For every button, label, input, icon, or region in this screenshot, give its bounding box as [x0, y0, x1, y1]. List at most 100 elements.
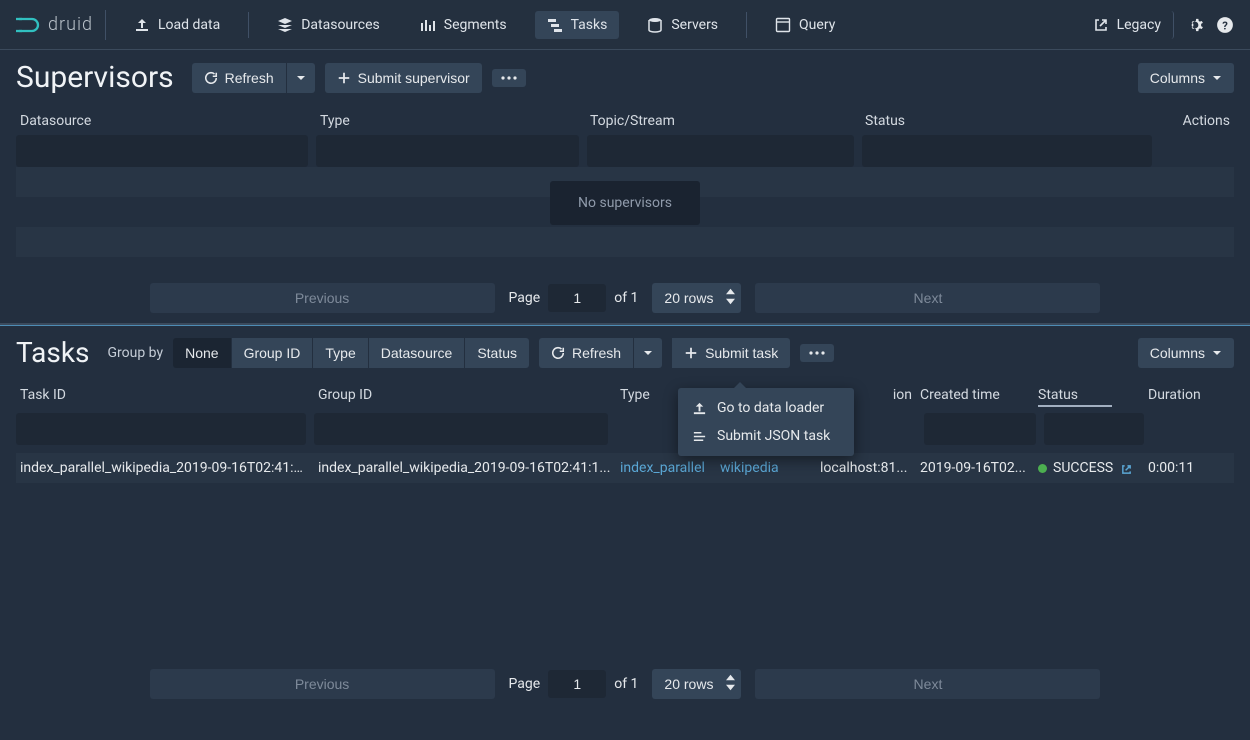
- gear-icon[interactable]: [1186, 16, 1204, 34]
- page-input[interactable]: [548, 670, 606, 698]
- col-taskid[interactable]: Task ID: [16, 381, 314, 413]
- json-icon: [692, 429, 707, 444]
- next-button[interactable]: Next: [755, 669, 1100, 699]
- col-duration[interactable]: Duration: [1144, 381, 1234, 413]
- help-icon[interactable]: ?: [1216, 16, 1234, 34]
- filter-topic[interactable]: [587, 135, 854, 167]
- status-dot-icon: [1038, 464, 1047, 473]
- nav-legacy[interactable]: Legacy: [1081, 11, 1174, 39]
- submit-task-button[interactable]: Submit task: [672, 338, 790, 368]
- menu-arrow-icon: [734, 382, 746, 388]
- brand-text: druid: [48, 14, 93, 35]
- top-nav: druid Load data Datasources Segments Tas…: [0, 0, 1250, 50]
- nav-label: Servers: [671, 17, 718, 33]
- cell-status: SUCCESS: [1034, 460, 1144, 476]
- menu-go-to-data-loader[interactable]: Go to data loader: [678, 394, 854, 422]
- tasks-header: Tasks Group by None Group ID Type Dataso…: [16, 336, 1234, 369]
- tasks-empty-rows: [16, 483, 1234, 663]
- cell-duration: 0:00:11: [1144, 460, 1234, 476]
- plus-icon: [684, 346, 698, 360]
- group-type[interactable]: Type: [313, 338, 367, 368]
- nav-right: Legacy ?: [1081, 11, 1234, 39]
- nav-datasources[interactable]: Datasources: [265, 11, 392, 39]
- tasks-refresh-button[interactable]: Refresh: [539, 338, 633, 368]
- tasks-pager: Previous Page of 1 20 rows Next: [16, 663, 1234, 709]
- menu-submit-json-task[interactable]: Submit JSON task: [678, 422, 854, 450]
- database-icon: [647, 17, 663, 33]
- table-row[interactable]: index_parallel_wikipedia_2019-09-16T02:4…: [16, 453, 1234, 483]
- col-topic[interactable]: Topic/Stream: [586, 107, 861, 135]
- tasks-panel: Tasks Group by None Group ID Type Dataso…: [0, 326, 1250, 709]
- tasks-more-button[interactable]: [800, 344, 834, 362]
- prev-button[interactable]: Previous: [150, 283, 495, 313]
- supervisors-panel: Supervisors Refresh Submit supervisor Co…: [0, 50, 1250, 323]
- col-datasource[interactable]: Datasource: [16, 107, 316, 135]
- prev-button[interactable]: Previous: [150, 669, 495, 699]
- group-groupid[interactable]: Group ID: [232, 338, 313, 368]
- plus-icon: [337, 71, 351, 85]
- upload-icon: [692, 401, 707, 416]
- more-icon: [501, 76, 517, 80]
- nav-servers[interactable]: Servers: [635, 11, 730, 39]
- external-link-icon[interactable]: [1121, 463, 1132, 474]
- druid-logo-icon: [16, 13, 40, 37]
- chevron-down-icon: [296, 73, 306, 83]
- app-icon: [775, 17, 791, 33]
- more-button[interactable]: [492, 69, 526, 87]
- columns-label: Columns: [1150, 70, 1205, 86]
- submit-label: Submit task: [705, 345, 778, 361]
- filter-created[interactable]: [924, 413, 1036, 445]
- tasks-columns-button[interactable]: Columns: [1138, 338, 1234, 368]
- page-label: Page: [509, 290, 541, 306]
- nav-label: Load data: [158, 17, 220, 33]
- nav-tasks[interactable]: Tasks: [535, 11, 620, 39]
- tasks-refresh-group: Refresh: [539, 338, 662, 368]
- cell-created: 2019-09-16T02...: [916, 460, 1034, 476]
- nav-segments[interactable]: Segments: [408, 11, 519, 39]
- cell-groupid: index_parallel_wikipedia_2019-09-16T02:4…: [314, 460, 616, 476]
- nav-load-data[interactable]: Load data: [122, 11, 232, 39]
- submit-label: Submit supervisor: [358, 70, 470, 86]
- col-type[interactable]: Type: [316, 107, 586, 135]
- group-none[interactable]: None: [173, 338, 230, 368]
- more-icon: [809, 351, 825, 355]
- columns-button[interactable]: Columns: [1138, 63, 1234, 93]
- filter-datasource[interactable]: [16, 135, 308, 167]
- next-button[interactable]: Next: [755, 283, 1100, 313]
- chevron-down-icon: [1212, 73, 1222, 83]
- filter-groupid[interactable]: [314, 413, 608, 445]
- cell-datasource[interactable]: wikipedia: [716, 460, 816, 476]
- cell-location: localhost:81...: [816, 460, 916, 476]
- filter-status[interactable]: [1044, 413, 1144, 445]
- layers-icon: [277, 17, 293, 33]
- rows-select-wrap: 20 rows: [652, 283, 741, 313]
- page-input[interactable]: [548, 284, 606, 312]
- page-label: Page: [509, 676, 541, 692]
- nav-query[interactable]: Query: [763, 11, 847, 39]
- group-by-label: Group by: [108, 345, 164, 361]
- col-status[interactable]: Status: [1034, 381, 1144, 413]
- brand[interactable]: druid: [16, 10, 106, 40]
- tasks-refresh-caret[interactable]: [634, 338, 662, 368]
- group-status[interactable]: Status: [465, 338, 529, 368]
- col-created[interactable]: Created time: [916, 381, 1034, 413]
- supervisors-thead: Datasource Type Topic/Stream Status Acti…: [16, 107, 1234, 135]
- svg-text:?: ?: [1222, 19, 1228, 32]
- nav-divider: [746, 12, 747, 38]
- nav-label: Query: [799, 17, 835, 33]
- refresh-button[interactable]: Refresh: [192, 63, 286, 93]
- supervisors-title: Supervisors: [16, 60, 174, 95]
- col-groupid[interactable]: Group ID: [314, 381, 616, 413]
- filter-status[interactable]: [862, 135, 1152, 167]
- refresh-icon: [551, 346, 565, 360]
- filter-type[interactable]: [316, 135, 579, 167]
- rows-select[interactable]: 20 rows: [652, 283, 741, 313]
- filter-taskid[interactable]: [16, 413, 306, 445]
- submit-supervisor-button[interactable]: Submit supervisor: [325, 63, 482, 93]
- rows-select[interactable]: 20 rows: [652, 669, 741, 699]
- refresh-caret[interactable]: [287, 63, 315, 93]
- group-datasource[interactable]: Datasource: [369, 338, 465, 368]
- col-actions[interactable]: Actions: [1151, 107, 1234, 135]
- col-status[interactable]: Status: [861, 107, 1151, 135]
- cell-type[interactable]: index_parallel: [616, 460, 716, 476]
